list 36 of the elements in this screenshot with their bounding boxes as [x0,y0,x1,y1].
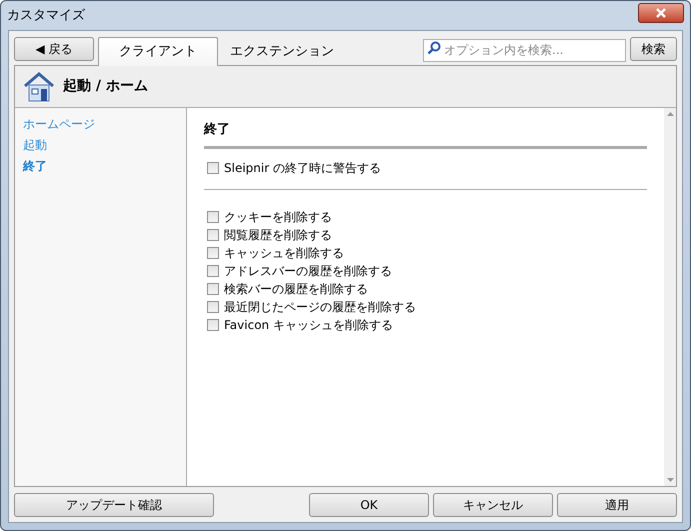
page-title: 起動 / ホーム [63,77,148,96]
dialog-button[interactable]: キャンセル [433,492,553,516]
checkbox[interactable] [207,282,219,294]
sidebar-item[interactable]: 終了 [23,157,47,175]
checkbox-label: クッキーを削除する [224,208,332,226]
back-button[interactable]: ◀ 戻る [14,37,94,61]
checkbox-label: アドレスバーの履歴を削除する [224,262,392,280]
scroll-up-icon [666,112,674,116]
checkbox-label: キャッシュを削除する [224,244,344,262]
tab[interactable]: エクステンション [218,38,346,65]
dialog-button[interactable]: OK [309,492,429,516]
checkbox[interactable] [207,264,219,276]
checkbox[interactable] [207,300,219,312]
checkbox[interactable] [207,228,219,240]
search-button[interactable]: 検索 [630,37,677,61]
window-title: カスタマイズ [7,6,85,25]
close-icon [656,8,666,18]
checkbox-label: 最近閉じたページの履歴を削除する [224,298,416,316]
search-icon [427,41,441,55]
scroll-down-icon [666,478,674,482]
checkbox-label: Favicon キャッシュを削除する [224,316,393,334]
checkbox[interactable] [207,162,219,174]
checkbox[interactable] [207,210,219,222]
checkbox-label: 閲覧履歴を削除する [224,226,332,244]
dialog-button[interactable]: 適用 [557,492,677,516]
checkbox[interactable] [207,246,219,258]
update-check-button[interactable]: アップデート確認 [14,492,214,516]
tab[interactable]: クライアント [98,37,218,66]
checkbox-label: 検索バーの履歴を削除する [224,280,368,298]
checkbox-label: Sleipnir の終了時に警告する [224,160,381,176]
scrollbar[interactable] [664,108,676,486]
house-icon [23,72,55,102]
checkbox[interactable] [207,318,219,330]
close-button[interactable] [638,2,684,22]
search-field[interactable]: オプション内を検索... [423,38,626,62]
section-title: 終了 [204,121,231,139]
